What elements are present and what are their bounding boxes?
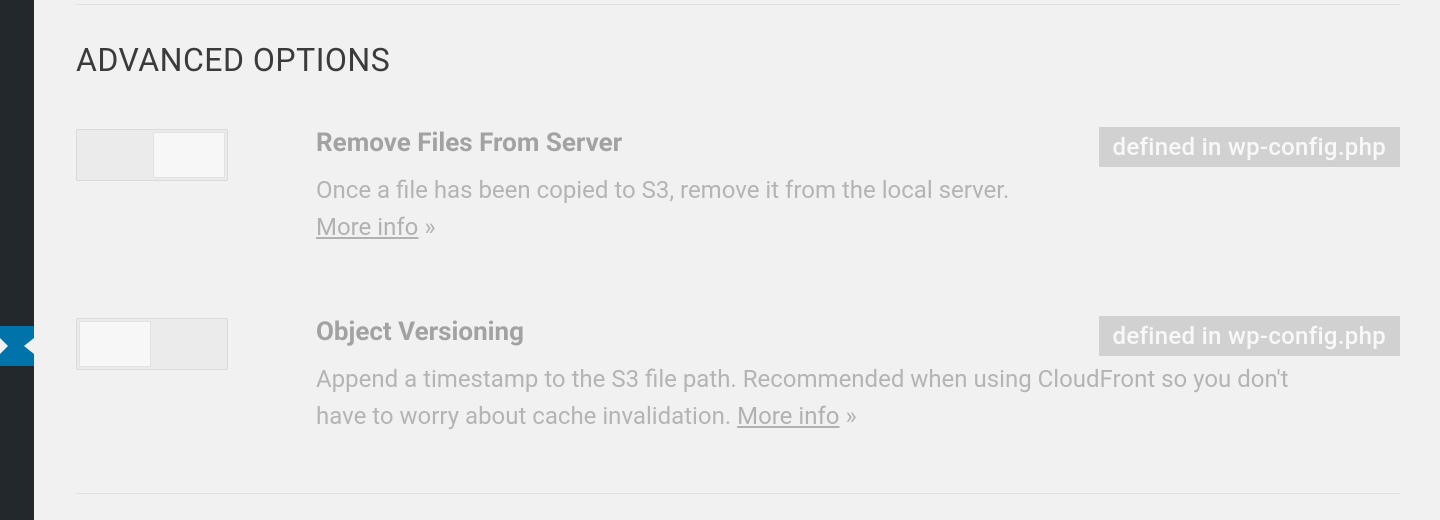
option-row-object-versioning: ON Object Versioning Append a timestamp …	[76, 318, 1400, 435]
divider	[76, 4, 1400, 5]
toggle-handle	[79, 321, 151, 367]
wp-admin-sidebar	[0, 0, 34, 520]
raquo-icon: »	[845, 402, 856, 430]
section-title: ADVANCED OPTIONS	[76, 41, 1400, 79]
defined-in-config-badge: defined in wp-config.php	[1099, 127, 1400, 167]
toggle-handle	[153, 132, 225, 178]
option-description: Append a timestamp to the S3 file path. …	[316, 361, 1336, 435]
settings-panel: ADVANCED OPTIONS OFF Remove Files From S…	[76, 0, 1400, 494]
wp-sidebar-active-arrow-icon	[0, 338, 8, 354]
defined-in-config-badge: defined in wp-config.php	[1099, 316, 1400, 356]
more-info-link[interactable]: More info	[316, 213, 418, 241]
more-info-link[interactable]: More info	[737, 402, 839, 430]
option-description: Once a file has been copied to S3, remov…	[316, 172, 1036, 246]
divider	[76, 493, 1400, 494]
raquo-icon: »	[424, 213, 435, 241]
toggle-remove-files[interactable]: OFF	[76, 129, 228, 181]
toggle-object-versioning[interactable]: ON	[76, 318, 228, 370]
option-row-remove-files: OFF Remove Files From Server Once a file…	[76, 129, 1400, 246]
option-desc-text: Once a file has been copied to S3, remov…	[316, 176, 1009, 204]
